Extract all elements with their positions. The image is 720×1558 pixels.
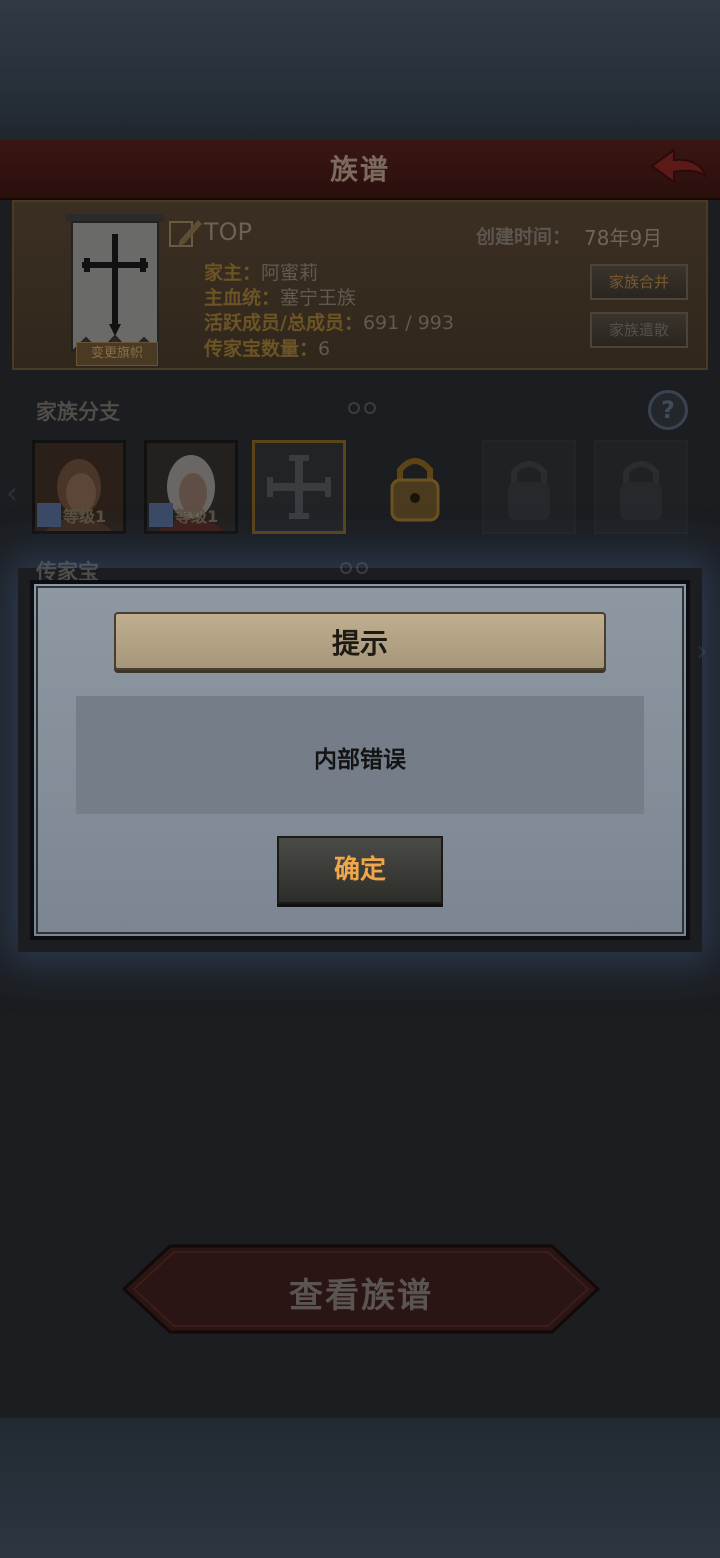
heirlooms-label: 传家宝数量：: [204, 338, 319, 360]
branch-member-slot[interactable]: 等级1: [144, 440, 238, 534]
bloodline-row: 主血统：塞宁王族: [204, 283, 356, 310]
branch-member-slot[interactable]: 等级1: [32, 440, 126, 534]
edit-icon[interactable]: [168, 214, 204, 250]
change-banner-button[interactable]: 变更旗帜: [76, 342, 158, 366]
lock-icon: [620, 461, 662, 520]
back-arrow-icon[interactable]: [648, 146, 710, 190]
confirm-button[interactable]: 确定: [277, 836, 443, 904]
branch-locked-slot[interactable]: [482, 440, 576, 534]
sword-icon: [37, 503, 61, 527]
bloodline-value: 塞宁王族: [280, 287, 357, 309]
background-bottom: [0, 1418, 720, 1558]
background-top: [0, 0, 720, 140]
help-icon[interactable]: ?: [648, 390, 688, 430]
members-label: 活跃成员/总成员：: [204, 312, 363, 334]
pager-dot: [348, 402, 360, 414]
dialog-message: 内部错误: [314, 747, 406, 773]
members-value: 691 / 993: [362, 312, 454, 334]
members-row: 活跃成员/总成员：691 / 993: [204, 308, 454, 335]
family-disband-button[interactable]: 家族遣散: [590, 312, 688, 348]
lock-icon: [390, 458, 440, 522]
heirlooms-value: 6: [318, 338, 331, 360]
pager-dot: [364, 402, 376, 414]
created-time-label: 创建时间：: [476, 226, 572, 248]
member-level: 等级1: [63, 507, 107, 526]
view-family-tree-label: 查看族谱: [289, 1276, 433, 1316]
member-level: 等级1: [175, 507, 219, 526]
branch-empty-slot[interactable]: [252, 440, 346, 534]
leader-value: 阿蜜莉: [261, 262, 319, 284]
branch-locked-slot[interactable]: [594, 440, 688, 534]
sword-icon: [149, 503, 173, 527]
branch-locked-slot[interactable]: [368, 440, 462, 534]
dialog-title: 提示: [331, 627, 388, 660]
heirlooms-row: 传家宝数量：6: [204, 334, 330, 361]
left-arrow-icon[interactable]: ‹: [6, 476, 18, 511]
branches-pager: [348, 402, 376, 414]
leader-label: 家主：: [204, 262, 262, 284]
cross-emblem-icon: [267, 455, 331, 519]
page-title: 族谱: [329, 153, 390, 186]
created-time-value: 78年9月: [584, 226, 663, 250]
branches-title: 家族分支: [36, 400, 120, 424]
bloodline-label: 主血统：: [204, 287, 281, 309]
leader-row: 家主：阿蜜莉: [204, 258, 318, 285]
lock-icon: [508, 461, 550, 520]
family-merge-button[interactable]: 家族合并: [590, 264, 688, 300]
family-name: TOP: [204, 218, 253, 246]
